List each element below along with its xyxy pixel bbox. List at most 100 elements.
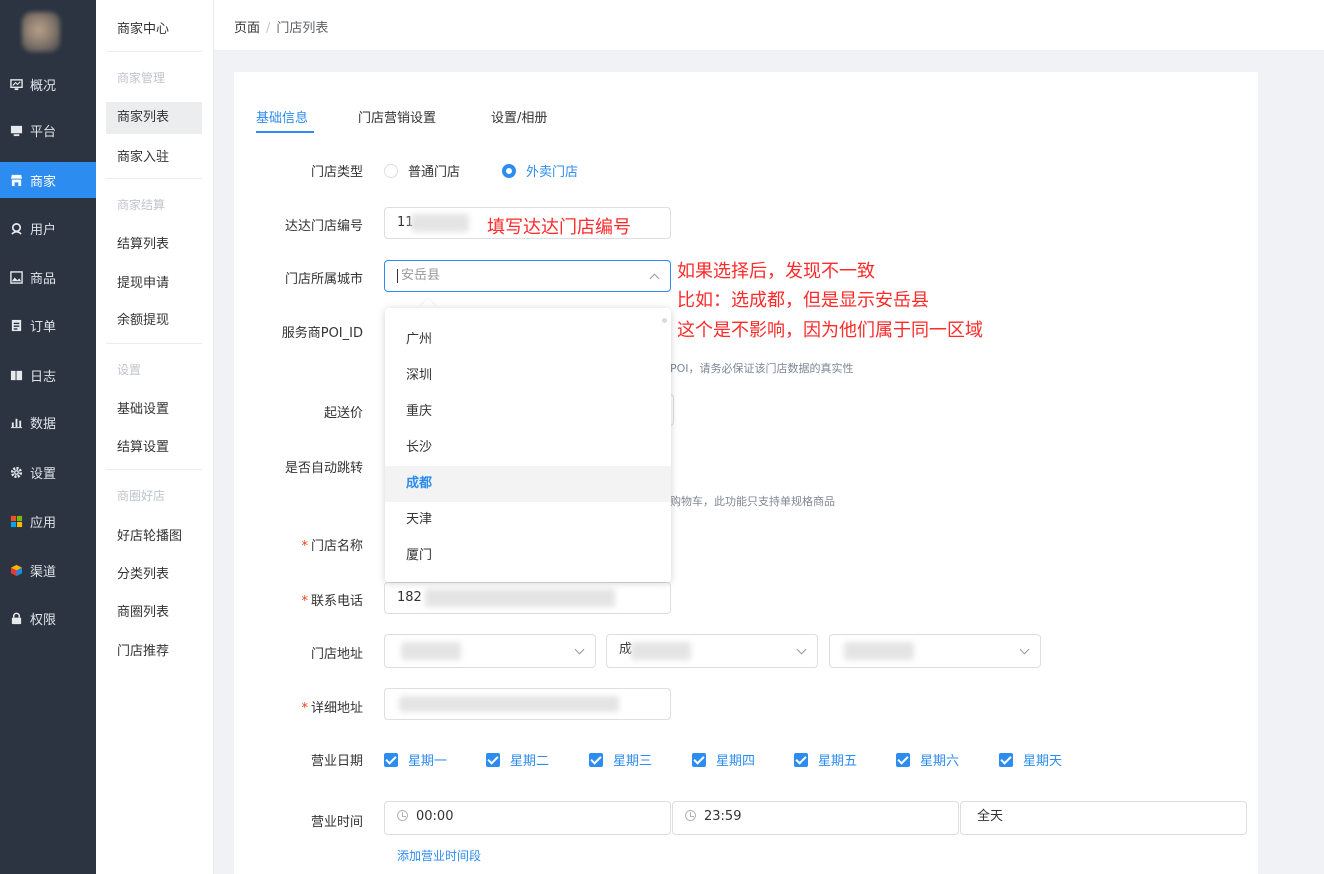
nav-item-label: 权限 (30, 612, 57, 628)
submenu-item-merchant-join[interactable]: 商家入驻 (106, 142, 202, 174)
submenu-item-carousel[interactable]: 好店轮播图 (106, 521, 202, 553)
tab-settings-album[interactable]: 设置/相册 (491, 107, 547, 126)
end-time-value: 23:59 (704, 809, 742, 824)
city-select[interactable]: 安岳县 (384, 260, 671, 292)
city-dropdown: 广州 深圳 重庆 长沙 成都 天津 厦门 (385, 308, 671, 582)
dada-no-label: 达达门店编号 (284, 219, 363, 234)
submenu-item-district-list[interactable]: 商圈列表 (106, 597, 202, 629)
city-option[interactable]: 重庆 (385, 394, 671, 430)
nav-item-platform[interactable]: 平台 (0, 112, 96, 148)
order-icon (8, 317, 24, 333)
nav-item-label: 商品 (30, 271, 57, 287)
auto-jump-label: 是否自动跳转 (284, 461, 363, 476)
area-select[interactable] (829, 634, 1041, 668)
submenu-item-store-recommend[interactable]: 门店推荐 (106, 636, 202, 668)
nav-item-apps[interactable]: 应用 (0, 503, 96, 539)
breadcrumb-separator: / (266, 21, 271, 36)
redacted-value (411, 214, 469, 232)
bar-chart-icon (8, 414, 24, 430)
phone-input[interactable]: 182 (384, 582, 671, 614)
checkbox-wednesday[interactable]: 星期三 (589, 750, 652, 769)
city-option[interactable]: 天津 (385, 502, 671, 538)
tab-store-marketing[interactable]: 门店营销设置 (358, 107, 436, 126)
nav-item-user[interactable]: 用户 (0, 210, 96, 246)
submenu-group-title: 设置 (117, 363, 142, 377)
city-district-select[interactable]: 成 (606, 634, 818, 668)
checkbox-saturday[interactable]: 星期六 (896, 750, 959, 769)
nav-item-settings[interactable]: 设置 (0, 454, 96, 490)
avatar[interactable] (22, 12, 60, 52)
business-time-label: 营业时间 (310, 815, 363, 830)
province-select[interactable] (384, 634, 596, 668)
breadcrumb-root[interactable]: 页面 (234, 21, 260, 36)
checkbox-friday[interactable]: 星期五 (794, 750, 857, 769)
submenu-item-basic-settings[interactable]: 基础设置 (106, 394, 202, 426)
required-mark: * (301, 539, 308, 554)
city-option-selected[interactable]: 成都 (385, 466, 671, 502)
main-sidebar: 概况 平台 商家 用户 商品 订单 日志 数据 设置 应用 渠道 权限 (0, 0, 96, 874)
nav-item-label: 商家 (30, 174, 57, 190)
nav-item-data[interactable]: 数据 (0, 404, 96, 440)
user-icon (8, 220, 24, 236)
checkbox-tuesday[interactable]: 星期二 (486, 750, 549, 769)
add-business-time-link[interactable]: 添加营业时间段 (397, 847, 481, 864)
submenu-item-settlement-list[interactable]: 结算列表 (106, 229, 202, 261)
submenu-group-title: 商家管理 (117, 71, 166, 85)
nav-item-log[interactable]: 日志 (0, 357, 96, 393)
required-mark: * (301, 594, 308, 609)
nav-item-order[interactable]: 订单 (0, 307, 96, 343)
submenu-item-balance-withdraw[interactable]: 余额提现 (106, 305, 202, 337)
tab-basic-info[interactable]: 基础信息 (256, 107, 308, 126)
submenu: 商家中心 商家管理 商家列表 商家入驻 商家结算 结算列表 提现申请 余额提现 … (96, 0, 214, 874)
chevron-down-icon (796, 644, 807, 655)
chevron-down-icon (1019, 644, 1030, 655)
nav-item-label: 应用 (30, 515, 57, 531)
city-option[interactable]: 深圳 (385, 358, 671, 394)
redacted-value (631, 642, 691, 660)
store-type-label: 门店类型 (310, 165, 363, 180)
tab-active-indicator (256, 131, 314, 133)
divider (106, 343, 202, 344)
checkbox-label: 星期三 (613, 754, 653, 769)
submenu-item-merchant-list[interactable]: 商家列表 (106, 102, 202, 134)
desktop-icon (8, 122, 24, 138)
nav-item-label: 订单 (30, 319, 57, 335)
checkbox-thursday[interactable]: 星期四 (692, 750, 755, 769)
checkbox-label: 星期四 (716, 754, 756, 769)
city-option[interactable]: 广州 (385, 322, 671, 358)
end-time-picker[interactable]: 23:59 (672, 801, 959, 835)
city-label: 门店所属城市 (284, 272, 363, 287)
address-label: 门店地址 (310, 647, 363, 662)
city-option[interactable]: 长沙 (385, 430, 671, 466)
radio-label: 普通门店 (408, 165, 461, 180)
nav-item-goods[interactable]: 商品 (0, 259, 96, 295)
time-mode-value: 全天 (977, 809, 1004, 824)
nav-item-permission[interactable]: 权限 (0, 600, 96, 636)
book-icon (8, 367, 24, 383)
checkbox-monday[interactable]: 星期一 (384, 750, 447, 769)
city-option[interactable]: 厦门 (385, 538, 671, 574)
detail-address-input[interactable] (384, 688, 671, 720)
annotation-dada: 填写达达门店编号 (487, 217, 631, 238)
phone-label-text: 联系电话 (310, 594, 363, 609)
checkbox-label: 星期六 (920, 754, 960, 769)
text-caret (397, 269, 398, 283)
checkbox-sunday[interactable]: 星期天 (999, 750, 1062, 769)
nav-item-label: 平台 (30, 124, 57, 140)
nav-item-merchant[interactable]: 商家 (0, 162, 96, 198)
radio-normal-store[interactable]: 普通门店 (384, 161, 460, 180)
checkbox-box (794, 752, 808, 767)
radio-takeaway-store[interactable]: 外卖门店 (502, 161, 578, 180)
monitor-chart-icon (8, 76, 24, 92)
submenu-item-settlement-settings[interactable]: 结算设置 (106, 432, 202, 464)
nav-item-channel[interactable]: 渠道 (0, 552, 96, 588)
submenu-item-withdraw-apply[interactable]: 提现申请 (106, 268, 202, 300)
store-icon (8, 172, 24, 188)
submenu-item-category-list[interactable]: 分类列表 (106, 559, 202, 591)
breadcrumb: 页面 / 门店列表 (234, 17, 328, 36)
clock-icon (685, 810, 696, 821)
nav-item-overview[interactable]: 概况 (0, 66, 96, 102)
start-time-picker[interactable]: 00:00 (384, 801, 671, 835)
submenu-group-title: 商家结算 (117, 198, 166, 212)
time-mode-select[interactable]: 全天 (960, 801, 1247, 835)
